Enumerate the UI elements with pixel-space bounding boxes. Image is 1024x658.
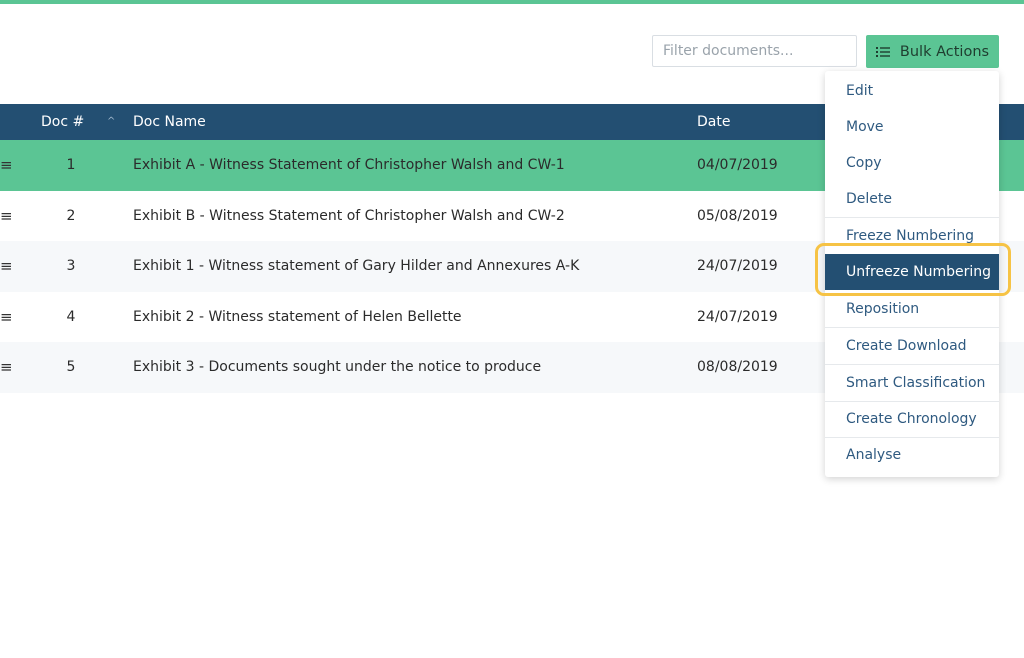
doc-date: 05/08/2019: [697, 207, 778, 224]
drag-handle-icon[interactable]: ≡: [0, 342, 13, 392]
doc-number: 4: [66, 308, 76, 325]
doc-date: 24/07/2019: [697, 258, 778, 274]
header-date[interactable]: Date: [697, 104, 730, 140]
doc-number: 3: [66, 258, 76, 274]
menu-item-unfreeze-numbering[interactable]: Unfreeze Numbering: [825, 254, 999, 290]
bulk-actions-label: Bulk Actions: [899, 43, 990, 60]
menu-item-create-download[interactable]: Create Download: [825, 328, 999, 364]
doc-date: 08/08/2019: [697, 359, 778, 375]
drag-handle-icon[interactable]: ≡: [0, 140, 13, 190]
doc-name[interactable]: Exhibit 1 - Witness statement of Gary Hi…: [133, 241, 579, 291]
doc-number: 2: [66, 207, 76, 224]
menu-item-create-chronology[interactable]: Create Chronology: [825, 401, 999, 437]
bulk-actions-menu: Edit Move Copy Delete Freeze Numbering U…: [825, 71, 999, 477]
header-doc-number[interactable]: Doc #: [41, 104, 84, 140]
menu-item-copy[interactable]: Copy: [825, 145, 999, 181]
menu-item-edit[interactable]: Edit: [825, 73, 999, 109]
doc-date: 04/07/2019: [697, 157, 778, 173]
menu-item-analyse[interactable]: Analyse: [825, 437, 999, 473]
doc-number: 1: [66, 157, 76, 173]
bulk-actions-button[interactable]: Bulk Actions: [866, 35, 999, 68]
menu-item-freeze-numbering[interactable]: Freeze Numbering: [825, 218, 999, 253]
doc-name[interactable]: Exhibit A - Witness Statement of Christo…: [133, 140, 565, 190]
doc-name[interactable]: Exhibit B - Witness Statement of Christo…: [133, 191, 565, 241]
menu-item-move[interactable]: Move: [825, 109, 999, 145]
drag-handle-icon[interactable]: ≡: [0, 241, 13, 291]
menu-item-reposition[interactable]: Reposition: [825, 291, 999, 327]
doc-name[interactable]: Exhibit 3 - Documents sought under the n…: [133, 342, 541, 392]
header-doc-name[interactable]: Doc Name: [133, 104, 206, 140]
menu-item-smart-classification[interactable]: Smart Classification: [825, 365, 999, 401]
chevron-up-icon[interactable]: ^: [107, 104, 115, 140]
drag-handle-icon[interactable]: ≡: [0, 191, 13, 241]
doc-number: 5: [66, 359, 76, 375]
list-icon: [875, 46, 890, 58]
menu-item-delete[interactable]: Delete: [825, 181, 999, 217]
drag-handle-icon[interactable]: ≡: [0, 292, 13, 342]
top-accent-bar: [0, 0, 1024, 4]
doc-date: 24/07/2019: [697, 308, 778, 325]
doc-name[interactable]: Exhibit 2 - Witness statement of Helen B…: [133, 292, 462, 342]
filter-documents-input[interactable]: [652, 35, 857, 67]
